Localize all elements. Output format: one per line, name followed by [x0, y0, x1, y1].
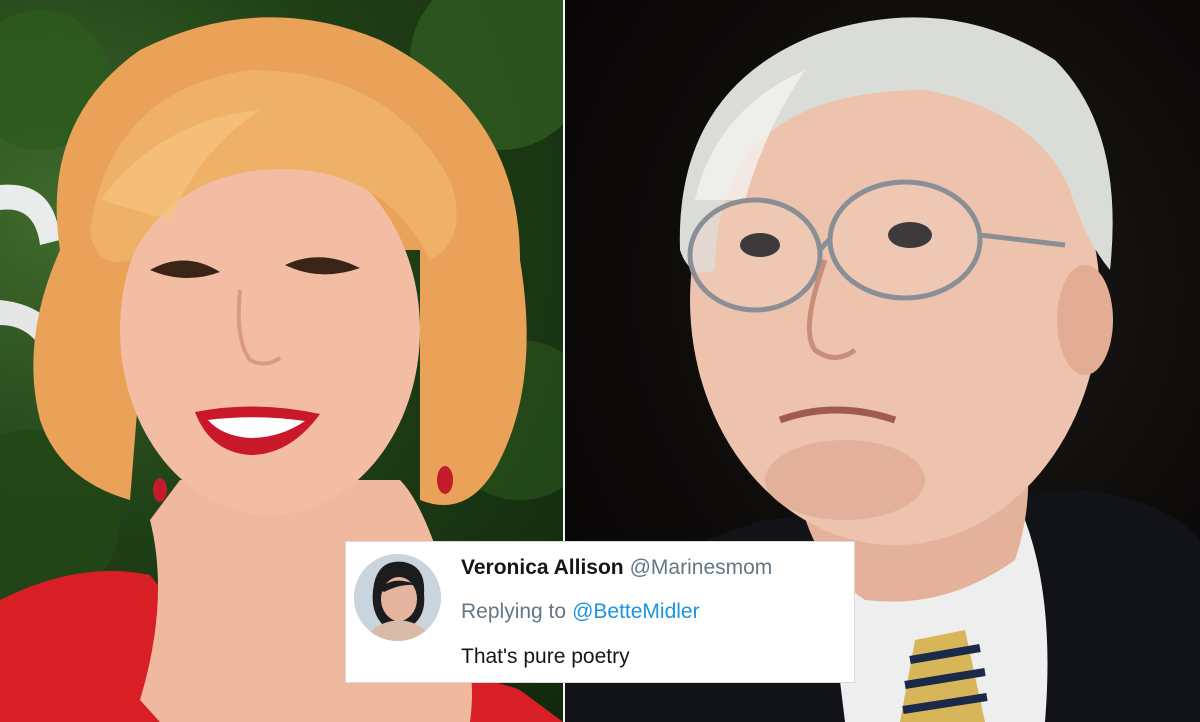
composite-image: Veronica Allison @Marinesmom Replying to @…	[0, 0, 1200, 722]
tweet-author-handle[interactable]: @Marinesmom	[630, 556, 773, 579]
tweet-header: Veronica Allison @Marinesmom	[461, 555, 772, 581]
avatar-image	[354, 554, 441, 641]
reply-to-handle-link[interactable]: @BetteMidler	[572, 600, 700, 623]
tweet-author-name[interactable]: Veronica Allison	[461, 556, 624, 579]
tweet-card: Veronica Allison @Marinesmom Replying to @…	[345, 541, 855, 683]
tweet-reply-line: Replying to @BetteMidler	[461, 599, 700, 625]
tweet-text: That's pure poetry	[461, 645, 630, 668]
tweet-avatar[interactable]	[354, 554, 441, 641]
reply-prefix: Replying to	[461, 600, 567, 623]
